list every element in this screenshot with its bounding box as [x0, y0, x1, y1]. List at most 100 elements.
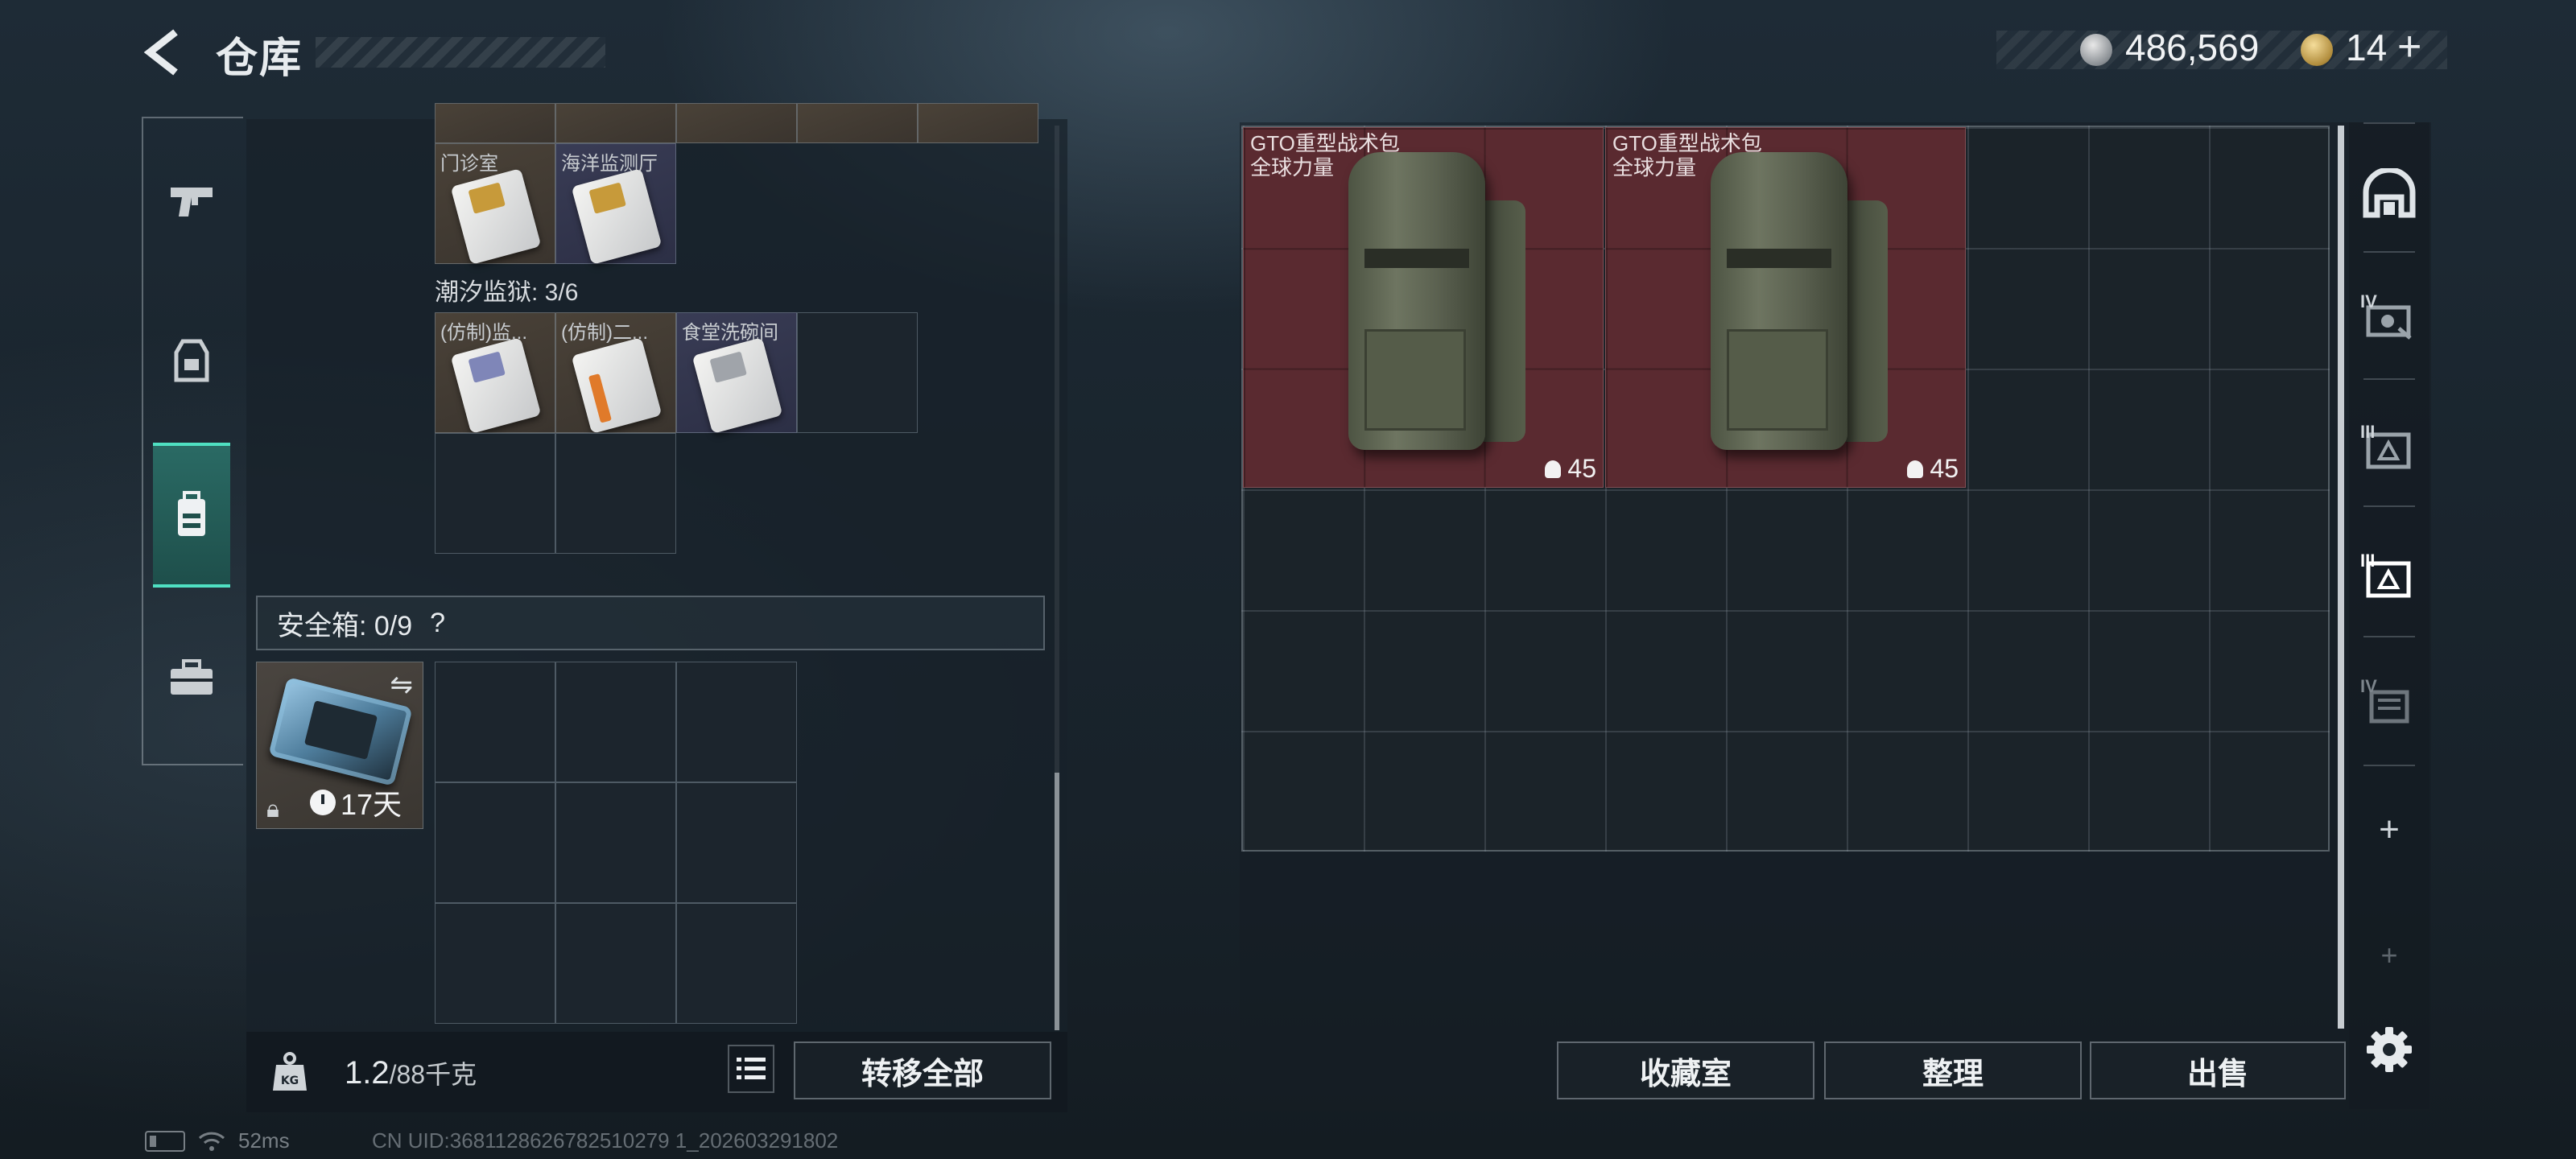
weight-kg-icon: KG — [256, 1038, 324, 1106]
safebox-slot[interactable] — [555, 662, 676, 782]
keycard-item[interactable]: 海洋监测厅 — [555, 143, 676, 265]
right-scrollbar[interactable] — [2338, 126, 2344, 1029]
capacity-count: 45 — [1907, 454, 1959, 484]
tab-divider — [2363, 122, 2415, 124]
safebox-slot[interactable] — [435, 903, 555, 1024]
tab-divider — [2363, 505, 2415, 507]
lock-icon: 🔒︎ — [266, 796, 279, 823]
collection-room-button[interactable]: 收藏室 — [1557, 1041, 1814, 1099]
bag-capacity-icon — [1907, 460, 1924, 478]
uid-text: CN UID:3681128626782510279 1_20260329180… — [372, 1128, 839, 1153]
title-decoration — [316, 37, 605, 68]
add-tab-disabled: + — [2380, 938, 2398, 971]
tab-case-iii-b[interactable]: III — [2360, 538, 2418, 618]
expiry-timer: 17天 — [310, 782, 402, 823]
weight-max: /88千克 — [389, 1060, 477, 1089]
keycard-item[interactable]: (仿制)二... — [555, 312, 676, 434]
gold-coin-icon — [2301, 34, 2333, 66]
tier-label: IV — [2360, 291, 2377, 311]
keycard-icon — [571, 168, 663, 265]
empty-slot[interactable] — [435, 433, 555, 554]
list-icon — [737, 1058, 766, 1079]
safebox-slot[interactable] — [555, 782, 676, 903]
safebox-slot[interactable] — [676, 782, 797, 903]
tab-divider — [2363, 251, 2415, 253]
partial-slot[interactable] — [555, 103, 676, 143]
tab-helmet[interactable] — [2360, 153, 2418, 233]
page-title: 仓库 — [216, 35, 303, 82]
list-view-button[interactable] — [728, 1045, 774, 1093]
safebox-label: 安全箱: 0/9 — [277, 610, 413, 641]
add-currency-button[interactable]: + — [2397, 23, 2421, 71]
left-scrollbar-thumb[interactable] — [1055, 773, 1059, 1030]
add-tab-button[interactable]: + — [2365, 810, 2413, 850]
tier-label: III — [2360, 422, 2376, 442]
clock-icon — [310, 790, 336, 815]
tab-case-iv-b[interactable]: IV — [2360, 663, 2418, 744]
nav-weapon[interactable] — [153, 129, 230, 274]
safebox-slot[interactable] — [676, 903, 797, 1024]
device-status: 52ms — [145, 1128, 290, 1153]
tab-case-iii-a[interactable]: III — [2360, 409, 2418, 489]
keycard-icon — [691, 337, 783, 434]
backpack-buckle — [1727, 249, 1831, 268]
empty-slot[interactable] — [555, 433, 676, 554]
gold-amount: 14 — [2346, 27, 2388, 68]
gear-icon — [2367, 1027, 2412, 1072]
keycard-icon — [450, 337, 542, 434]
chevron-left-icon — [143, 29, 178, 76]
helmet-tab-icon — [2363, 168, 2416, 218]
keycard-icon — [450, 168, 542, 265]
keycard-item[interactable]: (仿制)监... — [435, 312, 555, 434]
capacity-value: 45 — [1930, 454, 1959, 483]
tab-divider — [2363, 378, 2415, 380]
nav-backpack[interactable] — [153, 443, 230, 588]
item-label: 门诊室 — [440, 153, 498, 175]
nav-equipment[interactable] — [153, 288, 230, 433]
settings-button[interactable] — [2360, 1021, 2418, 1079]
backpack-buckle — [1364, 249, 1469, 268]
sort-button[interactable]: 整理 — [1824, 1041, 2082, 1099]
keycard-item[interactable]: 门诊室 — [435, 143, 555, 265]
weight-readout: 1.2/88千克 — [345, 1054, 477, 1091]
swap-icon[interactable]: ⇋ — [390, 669, 414, 701]
partial-slot[interactable] — [676, 103, 797, 143]
bag-capacity-icon — [1545, 460, 1562, 478]
back-button[interactable] — [137, 24, 193, 80]
safebox-slot[interactable] — [555, 903, 676, 1024]
tier-label: III — [2360, 551, 2376, 571]
vest-icon — [174, 339, 209, 382]
safebox-case[interactable]: ⇋ 🔒︎ 17天 — [256, 662, 423, 829]
silver-coin-icon — [2080, 34, 2112, 66]
safebox-slot[interactable] — [435, 662, 555, 782]
safebox-header: 安全箱: 0/9 ? — [256, 596, 1045, 650]
weight-icon-text: KG — [281, 1074, 299, 1087]
safebox-slot[interactable] — [676, 662, 797, 782]
sell-button[interactable]: 出售 — [2090, 1041, 2346, 1099]
item-label: (仿制)监... — [440, 322, 527, 344]
capacity-count: 45 — [1545, 454, 1596, 484]
ping-value: 52ms — [238, 1128, 290, 1153]
tier-label: IV — [2360, 676, 2377, 696]
silver-amount: 486,569 — [2125, 27, 2260, 68]
help-button[interactable]: ? — [430, 608, 445, 639]
partial-slot[interactable] — [435, 103, 555, 143]
backpack-pocket — [1727, 329, 1828, 431]
wifi-icon — [198, 1132, 225, 1151]
battery-icon — [145, 1130, 185, 1152]
safebox-slot[interactable] — [435, 782, 555, 903]
backpack-pocket — [1364, 329, 1466, 431]
keycard-item[interactable]: 食堂洗碗间 — [676, 312, 797, 434]
transfer-all-button[interactable]: 转移全部 — [794, 1041, 1051, 1099]
backpack-item[interactable]: GTO重型战术包 全球力量 45 — [1605, 127, 1966, 488]
partial-slot[interactable] — [797, 103, 918, 143]
keycard-icon — [571, 337, 663, 434]
backpack-item[interactable]: GTO重型战术包 全球力量 45 — [1243, 127, 1604, 488]
partial-slot[interactable] — [918, 103, 1038, 143]
backpack-icon — [178, 491, 205, 536]
item-label: 海洋监测厅 — [561, 153, 658, 175]
nav-toolbox[interactable] — [153, 605, 230, 750]
tab-case-iv[interactable]: IV — [2360, 278, 2418, 359]
briefcase-icon — [171, 659, 213, 695]
empty-slot[interactable] — [797, 312, 918, 433]
